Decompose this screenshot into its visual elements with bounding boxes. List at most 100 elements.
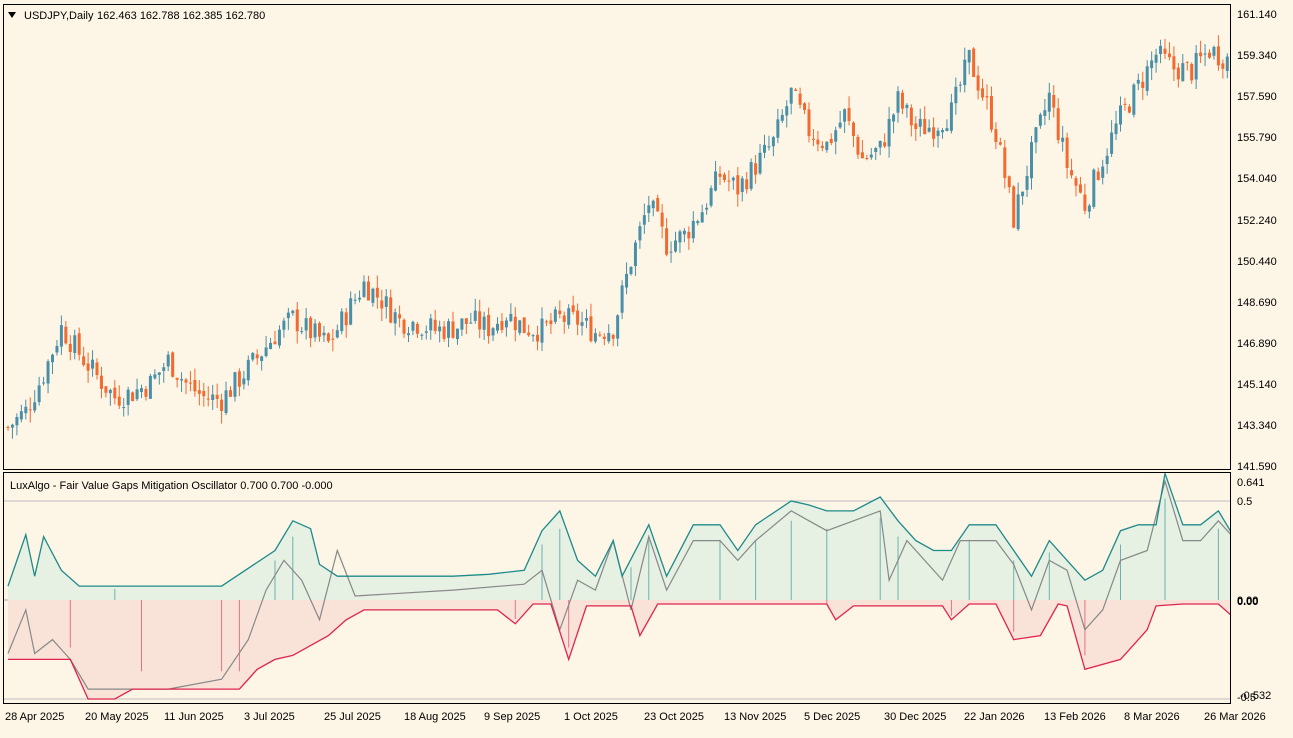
candle-body xyxy=(202,391,206,397)
candle-body xyxy=(798,93,802,105)
candle-body xyxy=(1123,103,1127,105)
candle-body xyxy=(469,322,473,324)
osc-tick-label: 0.641 xyxy=(1237,477,1265,489)
candle-body xyxy=(424,331,428,333)
candle-body xyxy=(237,371,241,387)
oscillator-panel[interactable] xyxy=(3,472,1237,704)
candle-body xyxy=(665,228,669,255)
candle-body xyxy=(869,154,873,158)
candle-body xyxy=(558,310,562,315)
candle-body xyxy=(527,332,531,336)
candle-body xyxy=(576,310,580,325)
candle-body xyxy=(553,309,557,322)
ohlc-label: 162.463 162.788 162.385 162.780 xyxy=(97,10,265,22)
candle-body xyxy=(1070,170,1074,176)
candle-body xyxy=(838,122,842,128)
candle-body xyxy=(607,332,611,342)
price-tick-label: 152.240 xyxy=(1237,215,1277,227)
candle-body xyxy=(651,200,655,209)
price-tick-label: 141.590 xyxy=(1237,461,1277,473)
candle-body xyxy=(616,315,620,339)
candle-body xyxy=(1021,191,1025,197)
candle-body xyxy=(460,318,464,330)
candle-body xyxy=(900,92,904,109)
candle-body xyxy=(242,378,246,385)
candle-body xyxy=(963,59,967,86)
candle-body xyxy=(273,341,277,345)
candle-body xyxy=(1176,67,1180,80)
candle-body xyxy=(509,313,513,322)
candle-body xyxy=(496,323,499,331)
candle-body xyxy=(860,152,864,159)
candle-body xyxy=(148,375,152,399)
candle-body xyxy=(1132,84,1136,115)
candle-body xyxy=(197,390,201,394)
candle-body xyxy=(309,317,313,339)
candle-body xyxy=(620,285,624,313)
candle-body xyxy=(1007,176,1011,188)
candle-body xyxy=(696,221,700,224)
candle-body xyxy=(224,390,228,414)
candle-body xyxy=(638,226,642,241)
candle-body xyxy=(340,311,344,332)
candle-body xyxy=(656,198,660,212)
candle-body xyxy=(1092,169,1096,207)
candle-body xyxy=(740,178,744,192)
osc-tick-label: 0.5 xyxy=(1237,496,1252,508)
candle-body xyxy=(972,48,976,77)
price-tick-label: 154.040 xyxy=(1237,173,1277,185)
candle-body xyxy=(407,333,410,336)
candle-body xyxy=(104,386,108,393)
candle-body xyxy=(727,180,731,182)
candle-body xyxy=(989,96,993,130)
candle-body xyxy=(941,130,944,133)
candle-body xyxy=(19,411,23,420)
candle-body xyxy=(260,356,264,361)
candle-body xyxy=(585,318,588,321)
chart-svg: USDJPY,Daily 162.463 162.788 162.385 162… xyxy=(0,0,1293,733)
date-tick-label: 3 Jul 2025 xyxy=(244,711,295,723)
candle-body xyxy=(33,402,37,411)
candle-body xyxy=(803,103,807,111)
candle-body xyxy=(233,372,237,397)
candle-body xyxy=(64,326,68,344)
date-tick-label: 11 Jun 2025 xyxy=(164,711,224,723)
price-panel[interactable] xyxy=(3,4,1243,470)
candle-body xyxy=(1065,137,1069,168)
candle-body xyxy=(967,50,971,63)
candle-body xyxy=(411,321,415,331)
date-tick-label: 23 Oct 2025 xyxy=(644,711,704,723)
candle-body xyxy=(295,309,299,332)
candle-body xyxy=(745,179,749,190)
candle-body xyxy=(1181,63,1185,82)
candle-body xyxy=(353,299,357,301)
candle-body xyxy=(1163,48,1167,54)
candle-body xyxy=(300,331,304,333)
candle-body xyxy=(455,328,459,340)
candle-body xyxy=(1078,184,1082,193)
candle-body xyxy=(945,128,949,132)
candle-body xyxy=(51,354,54,363)
candle-body xyxy=(1136,79,1140,84)
price-tick-label: 150.440 xyxy=(1237,256,1277,268)
candle-body xyxy=(1119,105,1122,125)
candle-body xyxy=(936,130,940,137)
candle-body xyxy=(82,356,86,366)
candle-body xyxy=(59,325,63,347)
candle-body xyxy=(473,310,477,321)
candle-body xyxy=(949,102,953,131)
date-tick-label: 5 Dec 2025 xyxy=(804,711,860,723)
candle-body xyxy=(1030,142,1033,179)
candle-body xyxy=(215,394,219,399)
candle-body xyxy=(1034,127,1038,143)
price-tick-label: 155.790 xyxy=(1237,132,1277,144)
candle-body xyxy=(896,91,900,113)
candle-body xyxy=(602,336,606,340)
candle-body xyxy=(562,315,566,322)
candle-body xyxy=(981,88,985,98)
candle-body xyxy=(540,318,544,343)
price-tick-label: 157.590 xyxy=(1237,91,1277,103)
candle-body xyxy=(1154,54,1158,63)
candle-body xyxy=(611,334,615,339)
candle-body xyxy=(1212,46,1216,56)
